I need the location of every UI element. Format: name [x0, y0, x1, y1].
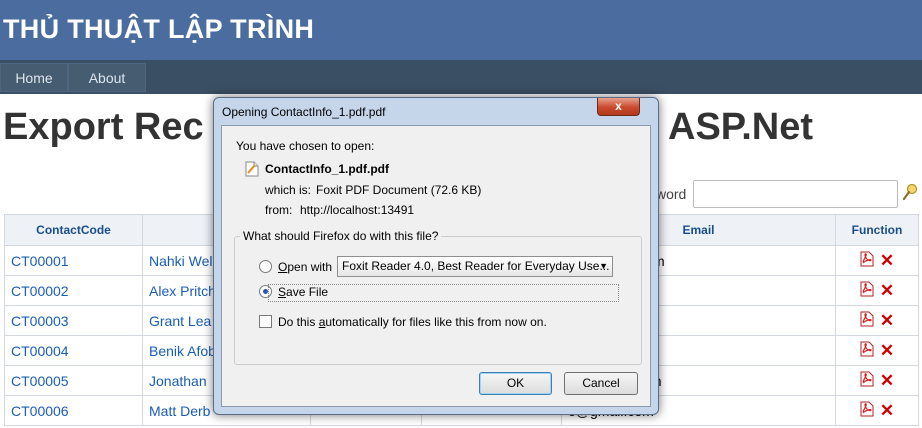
- keyword-input[interactable]: [693, 180, 898, 208]
- application-select-value: Foxit Reader 4.0, Best Reader for Everyd…: [342, 259, 610, 273]
- auto-checkbox-label[interactable]: Do this automatically for files like thi…: [278, 315, 547, 329]
- delete-icon[interactable]: ✕: [880, 252, 894, 269]
- pdf-icon[interactable]: [860, 341, 874, 360]
- contact-code-cell[interactable]: CT00004: [4, 335, 143, 366]
- chevron-down-icon: ▼: [599, 261, 608, 271]
- function-cell: ✕: [835, 395, 919, 426]
- application-select[interactable]: Foxit Reader 4.0, Best Reader for Everyd…: [337, 256, 613, 277]
- delete-icon[interactable]: ✕: [880, 402, 894, 419]
- pdf-icon[interactable]: [860, 251, 874, 270]
- from-label: from:: [265, 203, 293, 217]
- function-cell: ✕: [835, 305, 919, 336]
- header-function: Function: [835, 214, 919, 246]
- site-header: THỦ THUẬT LẬP TRÌNH: [0, 0, 922, 60]
- dialog-title: Opening ContactInfo_1.pdf.pdf: [222, 105, 386, 119]
- save-file-label[interactable]: Save File: [278, 285, 328, 299]
- pdf-icon[interactable]: [860, 281, 874, 300]
- function-cell: ✕: [835, 365, 919, 396]
- function-cell: ✕: [835, 245, 919, 276]
- page-title-end: ASP.Net: [668, 106, 814, 148]
- dialog-body: You have chosen to open: ContactInfo_1.p…: [221, 125, 651, 407]
- contact-code-cell[interactable]: CT00003: [4, 305, 143, 336]
- cancel-button[interactable]: Cancel: [564, 372, 638, 395]
- function-cell: ✕: [835, 275, 919, 306]
- open-with-label[interactable]: Open with: [278, 260, 332, 274]
- nav-item-home[interactable]: Home: [0, 63, 68, 92]
- pdf-icon[interactable]: [860, 401, 874, 420]
- delete-icon[interactable]: ✕: [880, 342, 894, 359]
- open-with-radio[interactable]: [259, 260, 272, 273]
- nav-item-about[interactable]: About: [68, 63, 146, 92]
- file-icon: [245, 161, 259, 182]
- file-name: ContactInfo_1.pdf.pdf: [265, 162, 389, 176]
- nav-bar: Home About: [0, 60, 922, 94]
- site-title: THỦ THUẬT LẬP TRÌNH: [3, 14, 315, 44]
- delete-icon[interactable]: ✕: [880, 372, 894, 389]
- function-cell: ✕: [835, 335, 919, 366]
- ok-button[interactable]: OK: [479, 372, 552, 395]
- action-question: What should Firefox do with this file?: [240, 229, 442, 243]
- open-file-dialog: Opening ContactInfo_1.pdf.pdf x You have…: [213, 97, 659, 415]
- keyword-label: word: [656, 186, 687, 202]
- chosen-text: You have chosen to open:: [236, 139, 375, 153]
- contact-code-cell[interactable]: CT00002: [4, 275, 143, 306]
- contact-code-cell[interactable]: CT00006: [4, 395, 143, 426]
- pdf-icon[interactable]: [860, 371, 874, 390]
- pdf-icon[interactable]: [860, 311, 874, 330]
- close-button[interactable]: x: [597, 98, 640, 116]
- auto-checkbox[interactable]: [259, 315, 272, 328]
- delete-icon[interactable]: ✕: [880, 282, 894, 299]
- which-is-value: Foxit PDF Document (72.6 KB): [316, 183, 482, 197]
- header-contact-code[interactable]: ContactCode: [4, 214, 143, 246]
- page-title: Export Rec: [3, 106, 204, 148]
- contact-code-cell[interactable]: CT00001: [4, 245, 143, 276]
- which-is-label: which is:: [265, 183, 312, 197]
- contact-code-cell[interactable]: CT00005: [4, 365, 143, 396]
- from-value: http://localhost:13491: [300, 203, 415, 217]
- search-icon[interactable]: [902, 183, 918, 206]
- delete-icon[interactable]: ✕: [880, 312, 894, 329]
